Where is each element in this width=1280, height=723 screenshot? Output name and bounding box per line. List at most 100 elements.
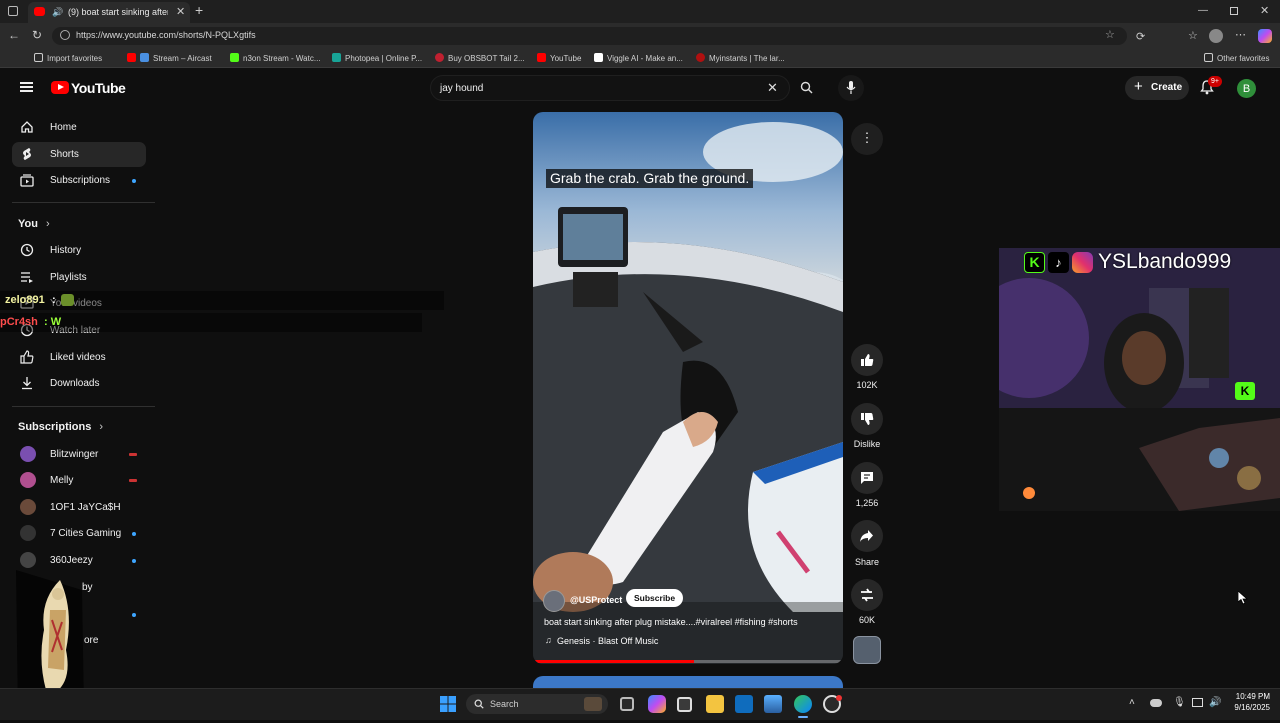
like-button[interactable] <box>851 344 883 376</box>
sidebar-sub-7-cities-gaming[interactable]: 7 Cities Gaming <box>12 521 146 546</box>
sidebar-item-home[interactable]: Home <box>12 115 146 140</box>
tray-chevron-icon[interactable]: ˄ <box>1129 697 1135 708</box>
you-section-title[interactable]: You › <box>18 218 50 230</box>
more-options-button[interactable]: ⋮ <box>851 123 883 155</box>
speaker-icon[interactable]: 🔊 <box>52 7 63 18</box>
favorite-favicon-icon <box>696 53 705 62</box>
social-handle-banner: K ♪ YSLbando999 <box>1024 250 1252 276</box>
tray-display-icon[interactable] <box>1192 698 1203 707</box>
playlists-icon <box>21 272 33 283</box>
sidebar-item-history[interactable]: History <box>12 238 146 263</box>
favorite-6[interactable]: Viggle AI - Make an... <box>594 53 683 63</box>
new-content-dot <box>132 559 136 563</box>
subscribe-button[interactable]: Subscribe <box>626 589 684 607</box>
progress-track[interactable] <box>533 660 843 663</box>
other-favorites[interactable]: Other favorites <box>1204 53 1269 63</box>
account-avatar[interactable]: B <box>1237 79 1256 98</box>
chat-emote-icon <box>61 294 74 306</box>
taskbar-search[interactable]: Search <box>466 694 608 714</box>
favorite-2[interactable]: n3on Stream - Watc... <box>230 53 321 63</box>
start-button[interactable] <box>439 695 457 713</box>
favorite-4[interactable]: Buy OBSBOT Tail 2... <box>435 53 525 63</box>
channel-name[interactable]: @USProtect <box>570 595 622 605</box>
sidebar-sub-blitzwinger[interactable]: Blitzwinger <box>12 442 146 467</box>
short-video-player[interactable]: @USProtect Subscribe boat start sinking … <box>533 112 843 664</box>
sidebar-item-shorts[interactable]: Shorts <box>12 142 146 167</box>
dislike-button[interactable] <box>851 403 883 435</box>
favorite-1[interactable]: Stream – Aircast <box>127 53 212 63</box>
favorite-7[interactable]: Myinstants | The lar... <box>696 53 785 63</box>
sidebar-sub-1of1-jaycash[interactable]: 1OF1 JaYCa$H <box>12 495 146 520</box>
favorite-favicon-icon <box>435 53 444 62</box>
sidebar-item-liked-videos[interactable]: Liked videos <box>12 345 146 370</box>
share-button[interactable] <box>851 520 883 552</box>
channel-avatar[interactable] <box>543 590 565 612</box>
tray-volume-icon[interactable]: 🔊 <box>1209 697 1221 708</box>
sidebar-item-label: ore <box>84 635 99 646</box>
copilot-icon[interactable] <box>1258 29 1272 43</box>
guide-menu-icon[interactable] <box>20 82 33 92</box>
window-close-icon[interactable]: ✕ <box>1260 4 1269 17</box>
back-icon[interactable]: ← <box>8 28 20 42</box>
sidebar-item-label: Downloads <box>50 378 100 389</box>
sidebar-item-label: 7 Cities Gaming <box>50 528 122 539</box>
sidebar-item-downloads[interactable]: Downloads <box>12 371 146 396</box>
sidebar-item-subscriptions[interactable]: Subscriptions <box>12 168 146 193</box>
subscriptions-section-title[interactable]: Subscriptions › <box>18 421 103 433</box>
collections-icon[interactable]: ☆ <box>1188 29 1198 42</box>
site-info-icon[interactable] <box>60 30 70 40</box>
tray-mic-icon[interactable]: 🎙 <box>1173 697 1186 708</box>
task-view-icon[interactable] <box>620 697 634 711</box>
sidebar-sub-melly[interactable]: Melly <box>12 468 146 493</box>
file-explorer-icon[interactable] <box>706 695 724 713</box>
copilot-app-icon[interactable] <box>648 695 666 713</box>
progress-fill <box>533 660 695 663</box>
url-field[interactable]: https://www.youtube.com/shorts/N-PQLXgti… <box>52 27 1127 45</box>
sound-thumbnail[interactable] <box>853 636 881 664</box>
favorite-3[interactable]: Photopea | Online P... <box>332 53 422 63</box>
favorite-0[interactable]: Import favorites <box>34 53 102 63</box>
tray-cloud-icon[interactable] <box>1150 699 1162 707</box>
windows-taskbar <box>0 688 1280 720</box>
more-menu-icon[interactable]: ⋯ <box>1235 28 1246 41</box>
like-count: 102K <box>856 380 878 390</box>
favorite-favicon-icon <box>332 53 341 62</box>
favorite-star-icon[interactable]: ☆ <box>1105 28 1115 41</box>
taskbar-clock[interactable]: 10:49 PM 9/16/2025 <box>1226 692 1270 712</box>
browser-tab[interactable]: 🔊 (9) boat start sinking after pl ✕ <box>28 2 190 23</box>
search-box[interactable]: jay hound ✕ <box>430 75 790 101</box>
refresh-icon[interactable]: ↻ <box>32 28 42 42</box>
music-label[interactable]: Genesis · Blast Off Music <box>557 636 658 646</box>
store-icon[interactable] <box>677 697 692 712</box>
notifications-button[interactable]: 9+ <box>1200 76 1222 96</box>
create-button[interactable]: + Create <box>1125 76 1189 100</box>
restore-icon[interactable] <box>1230 7 1238 15</box>
url-text: https://www.youtube.com/shorts/N-PQLXgti… <box>76 30 256 40</box>
sidebar-item-playlists[interactable]: Playlists <box>12 265 146 290</box>
history-icon <box>20 243 34 257</box>
photos-icon[interactable] <box>764 695 782 713</box>
sidebar-item-label: History <box>50 245 82 256</box>
mouse-cursor-icon <box>1238 591 1248 605</box>
new-tab-icon[interactable]: + <box>195 2 203 18</box>
next-short-preview[interactable] <box>533 676 843 688</box>
comments-button[interactable] <box>851 462 883 494</box>
voice-search-button[interactable] <box>838 75 864 101</box>
tab-close-icon[interactable]: ✕ <box>176 5 185 18</box>
profile-icon[interactable] <box>1209 29 1223 43</box>
search-button[interactable] <box>790 75 824 101</box>
extensions-icon[interactable]: ⟳ <box>1136 30 1145 43</box>
youtube-logo-text: YouTube <box>71 80 126 96</box>
edge-icon[interactable] <box>794 695 812 713</box>
minimize-icon[interactable]: — <box>1198 5 1208 16</box>
clear-search-icon[interactable]: ✕ <box>767 80 778 96</box>
channel-avatar <box>20 499 36 515</box>
remix-button[interactable] <box>851 579 883 611</box>
favorite-5[interactable]: YouTube <box>537 53 581 63</box>
clock-time: 10:49 PM <box>1235 692 1270 701</box>
shorts-icon <box>23 148 31 160</box>
outlook-icon[interactable] <box>735 695 753 713</box>
chat-username: pCr4sh <box>0 316 38 328</box>
search-input[interactable]: jay hound <box>440 83 483 94</box>
tab-actions-icon[interactable] <box>8 6 18 16</box>
